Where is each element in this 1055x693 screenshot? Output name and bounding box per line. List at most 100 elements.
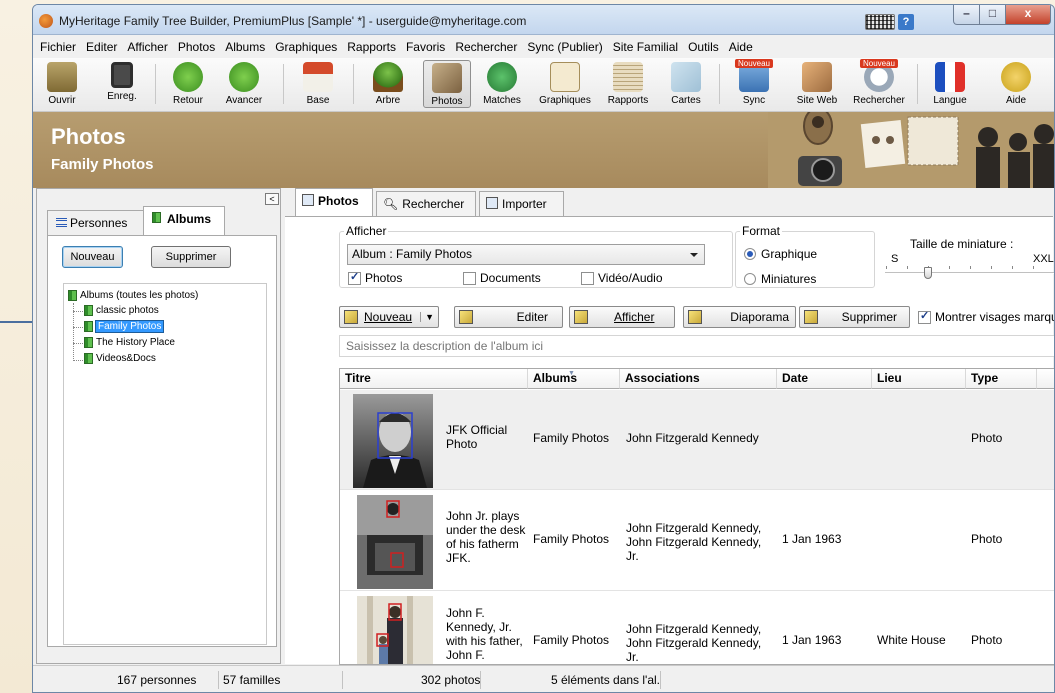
menu-help[interactable]: Aide [729,40,753,54]
column-header-place[interactable]: Lieu [872,369,966,389]
album-item-videos-docs[interactable]: Videos&Docs [84,353,156,364]
show-tagged-faces-checkbox[interactable]: Montrer visages marqué [918,309,1054,324]
menu-family-site[interactable]: Site Familial [613,40,678,54]
checkbox-box [581,271,594,285]
map-icon [671,62,701,92]
documents-checkbox[interactable]: Documents [463,271,541,285]
thumbnails-radio[interactable]: Miniatures [744,272,816,286]
save-button[interactable]: Enreg. [99,60,145,108]
menu-edit[interactable]: Editer [86,40,117,54]
office-photo-image [357,495,433,589]
menu-file[interactable]: Fichier [40,40,76,54]
tab-search[interactable]: 🔍︎ Rechercher [376,191,476,216]
thumbnail-size-slider-thumb[interactable] [923,267,932,279]
photos-tab-body: Afficher Album : Family Photos Photos Do… [285,216,1054,665]
page-subtitle: Family Photos [51,156,154,173]
column-header-associations[interactable]: Associations [620,369,777,389]
album-item-history-place[interactable]: The History Place [84,337,175,348]
menu-charts[interactable]: Graphiques [275,40,337,54]
graphic-radio[interactable]: Graphique [744,247,817,261]
thumbnail-size-slider-track[interactable] [885,272,1054,274]
maps-button[interactable]: Cartes [663,60,709,108]
help-icon[interactable]: ? [898,14,914,30]
forward-button[interactable]: Avancer [217,60,271,108]
menu-tools[interactable]: Outils [688,40,719,54]
album-item-family-photos[interactable]: Family Photos [84,320,165,333]
home-button[interactable]: Base [295,60,341,108]
section-banner: Photos Family Photos [33,112,1054,188]
photos-checkbox[interactable]: Photos [348,270,402,285]
tab-albums[interactable]: Albums [143,206,225,236]
charts-button[interactable]: Graphiques [535,60,595,108]
french-flag-icon [935,62,965,92]
photo-thumbnail[interactable] [357,596,433,664]
delete-album-button[interactable]: Supprimer [151,246,231,268]
tab-people[interactable]: Personnes [47,210,144,235]
checkbox-box [918,309,931,324]
menu-view[interactable]: Afficher [127,40,167,54]
album-description-input[interactable] [339,335,1054,357]
thumbnail-size-label: Taille de miniature : [910,237,1014,251]
dropdown-chevron-icon[interactable]: ▼ [420,312,438,322]
cell-type: Photo [971,633,1003,647]
cell-date: 1 Jan 1963 [782,532,842,546]
slider-tick [991,266,992,269]
collapse-panel-button[interactable]: < [265,193,279,205]
album-book-icon [84,337,93,348]
menu-photos[interactable]: Photos [178,40,215,54]
video-audio-checkbox[interactable]: Vidéo/Audio [581,271,663,285]
help-icon [1001,62,1031,92]
help-button[interactable]: Aide [993,60,1039,108]
search-button[interactable]: Nouveau Rechercher [849,59,909,108]
menu-reports[interactable]: Rapports [347,40,396,54]
minimize-button[interactable]: – [953,5,980,25]
column-header-albums[interactable]: Albums ▼ [528,369,620,389]
reports-button[interactable]: Rapports [603,60,653,108]
table-row[interactable]: JFK Official Photo Family Photos John Fi… [340,390,1054,490]
view-icon [574,310,588,324]
album-select[interactable]: Album : Family Photos [347,244,705,265]
maximize-button[interactable]: □ [979,5,1006,25]
new-photo-icon [344,310,358,324]
column-header-date[interactable]: Date [777,369,872,389]
new-photo-button[interactable]: Nouveau ▼ [339,306,439,328]
slider-tick [1012,266,1013,269]
menu-sync[interactable]: Sync (Publier) [527,40,602,54]
photo-thumbnail[interactable] [357,495,433,589]
column-header-title[interactable]: Titre [340,369,528,389]
tree-button[interactable]: Arbre [365,60,411,108]
delete-photo-button[interactable]: Supprimer [799,306,910,328]
cell-associations: John Fitzgerald Kennedy, John Fitzgerald… [626,622,762,664]
view-button[interactable]: Afficher [569,306,675,328]
keyboard-icon[interactable] [865,14,895,30]
column-header-type[interactable]: Type [966,369,1037,389]
photo-thumbnail[interactable] [353,394,433,488]
menu-favorites[interactable]: Favoris [406,40,445,54]
album-item-classic-photos[interactable]: classic photos [84,305,159,316]
toolbar-separator [155,64,156,104]
photos-button[interactable]: Photos [423,60,471,108]
language-button[interactable]: Langue [925,60,975,108]
delete-photo-icon [804,310,818,324]
menu-albums[interactable]: Albums [225,40,265,54]
slideshow-button[interactable]: Diaporama [683,306,796,328]
cell-albums: Family Photos [533,431,610,445]
website-button[interactable]: Site Web [789,60,845,108]
back-button[interactable]: Retour [165,60,211,108]
matches-button[interactable]: Matches [479,60,525,108]
slider-tick [1033,266,1034,269]
table-row[interactable]: John Jr. plays under the desk of his fat… [340,491,1054,591]
menu-search[interactable]: Rechercher [455,40,517,54]
open-button[interactable]: Ouvrir [39,60,85,108]
close-button[interactable]: x [1005,5,1051,25]
table-row[interactable]: John F. Kennedy, Jr. with his father, Jo… [340,592,1054,664]
people-icon [56,218,67,227]
slider-tick [886,266,887,269]
slider-tick [970,266,971,269]
edit-button[interactable]: Editer [454,306,563,328]
tab-import[interactable]: Importer [479,191,564,216]
sync-button[interactable]: Nouveau Sync [729,59,779,108]
tab-photos[interactable]: Photos [295,188,373,217]
tree-root-all-photos[interactable]: Albums (toutes les photos) [68,290,198,301]
new-album-button[interactable]: Nouveau [62,246,123,268]
